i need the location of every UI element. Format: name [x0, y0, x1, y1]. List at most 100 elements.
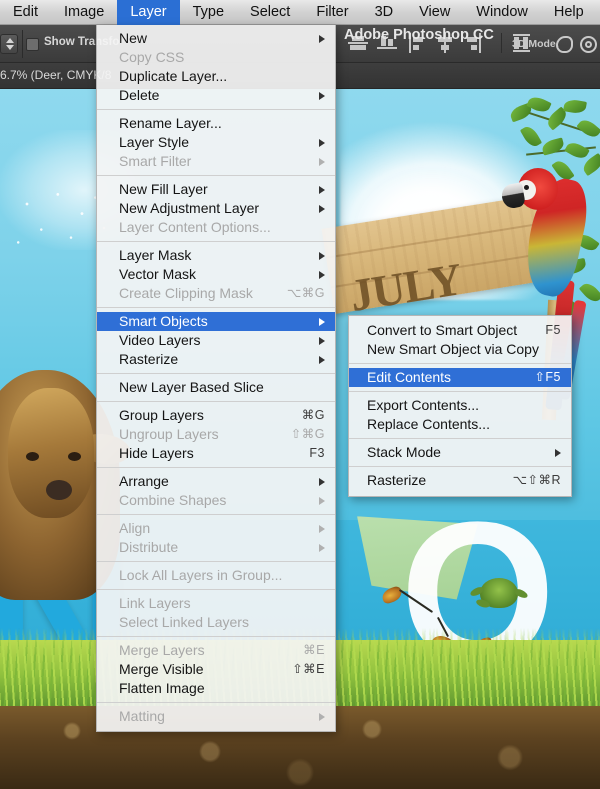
- rotate-3d-icon[interactable]: [556, 36, 573, 53]
- menu-item-label: Flatten Image: [119, 680, 205, 696]
- menu-item-shortcut: ⇧F5: [534, 370, 561, 384]
- submenu-arrow-icon: [319, 138, 325, 147]
- layer-menu-item-layer-style[interactable]: Layer Style: [97, 133, 335, 152]
- menu-separator: [97, 467, 335, 468]
- layer-menu-item-vector-mask[interactable]: Vector Mask: [97, 265, 335, 284]
- menu-item-label: Layer Mask: [119, 247, 192, 263]
- artwork-deer-eye: [26, 452, 39, 461]
- menubar-item-type[interactable]: Type: [180, 0, 237, 25]
- menu-item-shortcut: F3: [309, 446, 325, 460]
- smart-objects-item-convert-to-smart-object[interactable]: Convert to Smart Object F5: [349, 321, 571, 340]
- menubar-item-filter[interactable]: Filter: [303, 0, 361, 25]
- menu-item-label: Combine Shapes: [119, 492, 227, 508]
- layer-menu-item-video-layers[interactable]: Video Layers: [97, 331, 335, 350]
- toolbar-divider: [22, 30, 23, 58]
- layer-menu-item-lock-all-layers-in-group: Lock All Layers in Group...: [97, 566, 335, 585]
- submenu-arrow-icon: [319, 336, 325, 345]
- layer-menu-item-delete[interactable]: Delete: [97, 86, 335, 105]
- menu-item-label: Smart Objects: [119, 313, 208, 329]
- menu-item-label: Smart Filter: [119, 153, 192, 169]
- menu-separator: [97, 373, 335, 374]
- menu-separator: [97, 561, 335, 562]
- layer-menu-item-align: Align: [97, 519, 335, 538]
- submenu-arrow-icon: [319, 543, 325, 552]
- layer-menu-item-smart-objects[interactable]: Smart Objects: [97, 312, 335, 331]
- menu-separator: [349, 391, 571, 392]
- smart-objects-submenu[interactable]: Convert to Smart Object F5 New Smart Objec…: [348, 315, 572, 497]
- layer-menu-item-rename-layer[interactable]: Rename Layer...: [97, 114, 335, 133]
- submenu-arrow-icon: [319, 157, 325, 166]
- artwork-deer-nose: [46, 480, 72, 500]
- menu-item-label: Select Linked Layers: [119, 614, 249, 630]
- layer-menu-item-layer-mask[interactable]: Layer Mask: [97, 246, 335, 265]
- layer-menu-item-group-layers[interactable]: Group Layers ⌘G: [97, 406, 335, 425]
- menu-item-label: Rename Layer...: [119, 115, 222, 131]
- menu-item-label: Hide Layers: [119, 445, 194, 461]
- menubar-item-help[interactable]: Help: [541, 0, 597, 25]
- layer-menu-item-merge-visible[interactable]: Merge Visible ⇧⌘E: [97, 660, 335, 679]
- menu-separator: [97, 589, 335, 590]
- submenu-arrow-icon: [319, 712, 325, 721]
- menu-item-shortcut: ⌘E: [303, 643, 325, 657]
- submenu-arrow-icon: [555, 448, 561, 457]
- layer-menu-item-arrange[interactable]: Arrange: [97, 472, 335, 491]
- menu-separator: [349, 363, 571, 364]
- menu-item-label: Export Contents...: [367, 397, 480, 413]
- layer-dropdown-menu[interactable]: New Copy CSS Duplicate Layer... Delete Renam…: [96, 25, 336, 732]
- smart-objects-item-rasterize[interactable]: Rasterize ⌥⇧⌘R: [349, 471, 571, 490]
- value-stepper[interactable]: [0, 34, 18, 54]
- artwork-parrot-eye: [524, 185, 529, 190]
- submenu-arrow-icon: [319, 355, 325, 364]
- layer-menu-item-hide-layers[interactable]: Hide Layers F3: [97, 444, 335, 463]
- menu-item-label: Convert to Smart Object: [367, 322, 518, 338]
- layer-menu-item-new[interactable]: New: [97, 29, 335, 48]
- smart-objects-item-export-contents[interactable]: Export Contents...: [349, 396, 571, 415]
- menu-separator: [349, 466, 571, 467]
- layer-menu-item-matting: Matting: [97, 707, 335, 726]
- menu-item-label: Edit Contents: [367, 369, 452, 385]
- menu-item-label: Group Layers: [119, 407, 204, 423]
- layer-menu-item-new-adjustment-layer[interactable]: New Adjustment Layer: [97, 199, 335, 218]
- menubar-item-edit[interactable]: Edit: [0, 0, 51, 25]
- menubar-item-view[interactable]: View: [406, 0, 463, 25]
- menubar-item-image[interactable]: Image: [51, 0, 117, 25]
- menu-item-label: New Adjustment Layer: [119, 200, 260, 216]
- layer-menu-item-duplicate-layer[interactable]: Duplicate Layer...: [97, 67, 335, 86]
- menu-item-label: Link Layers: [119, 595, 191, 611]
- layer-menu-item-flatten-image[interactable]: Flatten Image: [97, 679, 335, 698]
- submenu-arrow-icon: [319, 34, 325, 43]
- menu-item-shortcut: ⌥⇧⌘R: [512, 473, 561, 487]
- menu-item-label: Rasterize: [119, 351, 179, 367]
- submenu-arrow-icon: [319, 524, 325, 533]
- roll-3d-icon[interactable]: [580, 36, 597, 53]
- smart-objects-item-edit-contents[interactable]: Edit Contents ⇧F5: [349, 368, 571, 387]
- submenu-arrow-icon: [319, 185, 325, 194]
- layer-menu-item-rasterize[interactable]: Rasterize: [97, 350, 335, 369]
- layer-menu-item-merge-layers: Merge Layers ⌘E: [97, 641, 335, 660]
- menu-item-shortcut: ⌘G: [301, 408, 325, 422]
- menu-separator: [97, 109, 335, 110]
- artwork-deer-eye: [68, 452, 81, 461]
- menu-item-shortcut: ⇧⌘E: [292, 662, 325, 676]
- layer-menu-item-new-fill-layer[interactable]: New Fill Layer: [97, 180, 335, 199]
- menu-item-label: Stack Mode: [367, 444, 441, 460]
- smart-objects-item-stack-mode[interactable]: Stack Mode: [349, 443, 571, 462]
- menubar-item-select[interactable]: Select: [237, 0, 303, 25]
- submenu-arrow-icon: [319, 496, 325, 505]
- menubar-item-window[interactable]: Window: [463, 0, 541, 25]
- show-transform-checkbox[interactable]: [26, 38, 39, 51]
- menu-separator: [97, 702, 335, 703]
- smart-objects-item-replace-contents[interactable]: Replace Contents...: [349, 415, 571, 434]
- menu-item-label: Video Layers: [119, 332, 201, 348]
- menubar-item-layer[interactable]: Layer: [117, 0, 180, 25]
- submenu-arrow-icon: [319, 270, 325, 279]
- menubar-item-3d[interactable]: 3D: [362, 0, 407, 25]
- menu-item-label: New Fill Layer: [119, 181, 208, 197]
- layer-menu-item-new-layer-based-slice[interactable]: New Layer Based Slice: [97, 378, 335, 397]
- menu-item-label: Layer Style: [119, 134, 190, 150]
- submenu-arrow-icon: [319, 204, 325, 213]
- layer-menu-item-copy-css: Copy CSS: [97, 48, 335, 67]
- menu-separator: [97, 636, 335, 637]
- smart-objects-item-new-smart-object-via-copy[interactable]: New Smart Object via Copy: [349, 340, 571, 359]
- menu-separator: [97, 241, 335, 242]
